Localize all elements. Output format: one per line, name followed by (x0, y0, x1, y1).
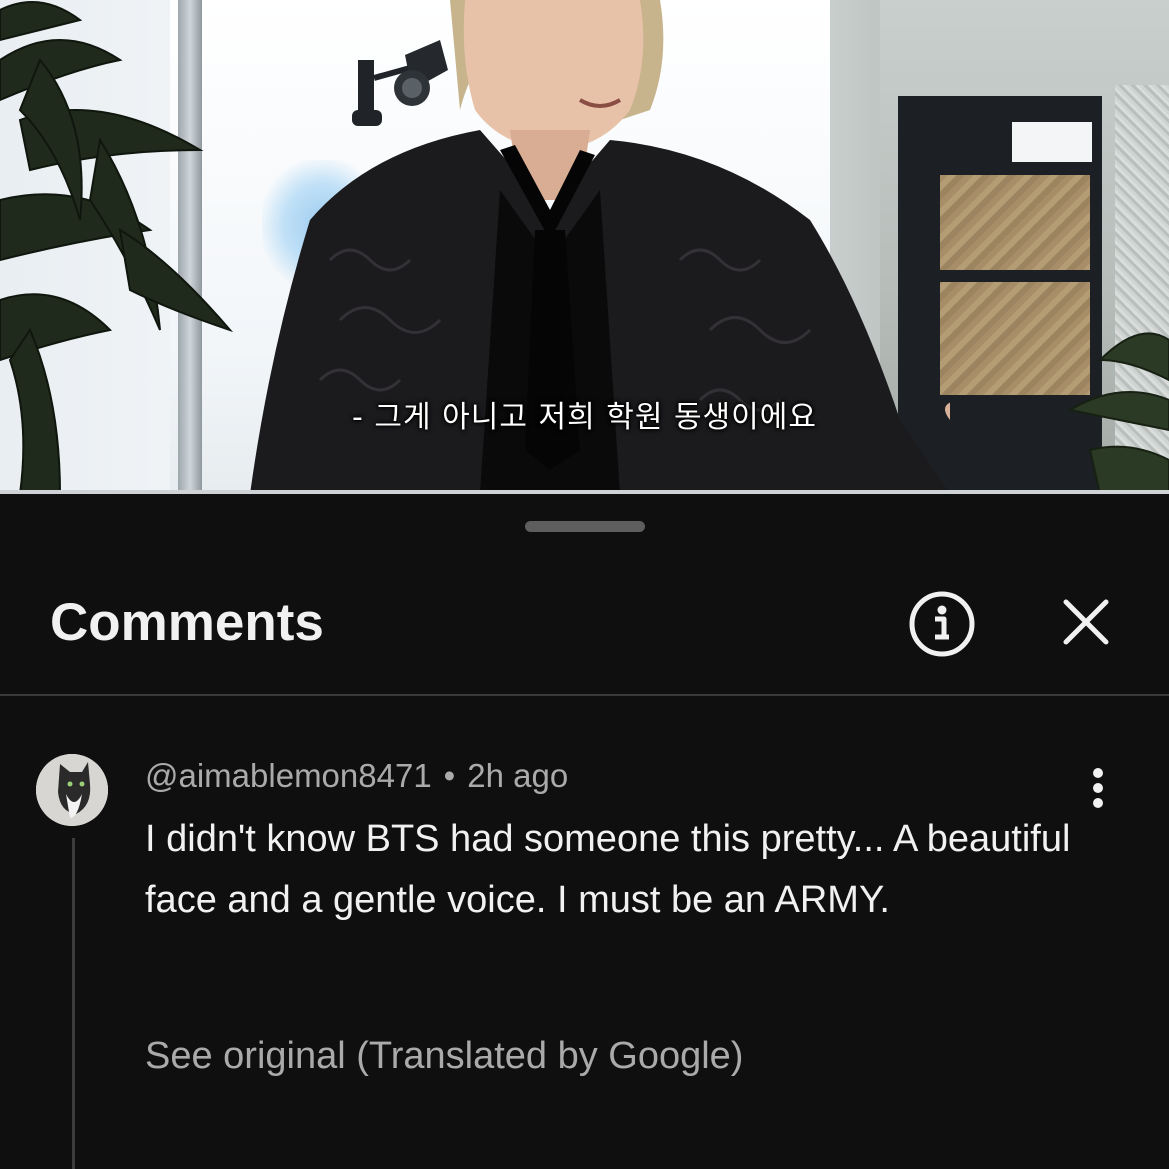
video-progress-bar[interactable] (0, 490, 1169, 494)
comment-timestamp: 2h ago (467, 757, 569, 794)
video-background-board-divider (940, 270, 1090, 282)
info-button[interactable] (906, 588, 978, 660)
comment-text: I didn't know BTS had someone this prett… (145, 818, 1071, 921)
see-original-link[interactable]: See original (Translated by Google) (145, 1033, 743, 1079)
comment-menu-button[interactable] (1078, 766, 1118, 810)
video-player[interactable]: - 그게 아니고 저희 학원 동생이에요 (0, 0, 1169, 494)
app-screen: - 그게 아니고 저희 학원 동생이에요 Comments @aimablemo… (0, 0, 1169, 1169)
comment-item: @aimablemon8471 • 2h ago I didn't know BTS… (0, 696, 1169, 1169)
more-vertical-icon (1093, 768, 1103, 808)
comment-meta: @aimablemon8471 • 2h ago (145, 756, 568, 796)
comments-title: Comments (50, 593, 324, 652)
info-circle-icon (909, 591, 975, 657)
drag-handle[interactable] (525, 521, 645, 532)
close-button[interactable] (1052, 588, 1120, 656)
comments-panel: Comments @aimablemon8471 • 2h ago I didn… (0, 496, 1169, 1169)
video-subtitle: - 그게 아니고 저희 학원 동생이에요 (352, 400, 817, 435)
comment-author[interactable]: @aimablemon8471 (145, 757, 432, 794)
meta-separator: • (443, 757, 456, 794)
video-background-door-window (1012, 122, 1092, 162)
close-x-icon (1063, 599, 1109, 645)
thread-line (72, 838, 75, 1169)
avatar[interactable] (36, 754, 108, 826)
avatar-cat-image (36, 754, 108, 826)
